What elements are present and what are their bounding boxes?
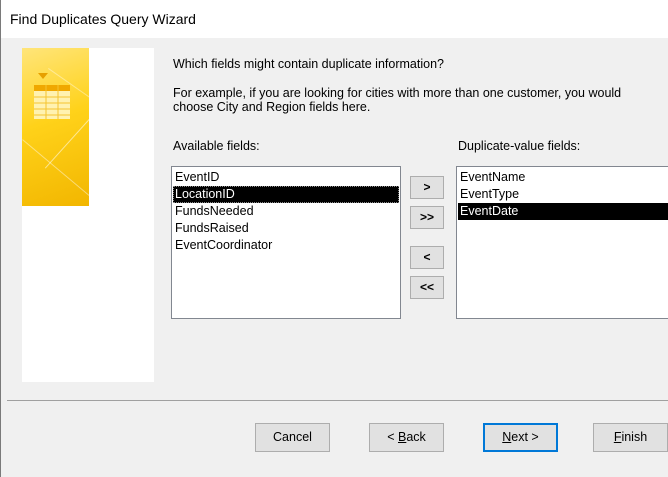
- back-label-rest: ack: [406, 430, 426, 444]
- wizard-example-text: For example, if you are looking for citi…: [173, 86, 621, 114]
- available-field-item[interactable]: LocationID: [173, 186, 399, 203]
- wizard-window: Find Duplicates Query Wizard Which field…: [0, 0, 668, 477]
- wizard-question: Which fields might contain duplicate inf…: [173, 57, 444, 71]
- next-label-rest: ext >: [511, 430, 539, 444]
- remove-all-fields-button[interactable]: <<: [410, 276, 444, 299]
- available-field-item[interactable]: EventID: [173, 169, 399, 186]
- duplicate-field-item[interactable]: EventName: [458, 169, 668, 186]
- back-button[interactable]: < Back: [369, 423, 444, 452]
- finish-button[interactable]: Finish: [593, 423, 668, 452]
- table-icon: [34, 73, 70, 119]
- add-all-fields-button[interactable]: >>: [410, 206, 444, 229]
- next-button[interactable]: Next >: [483, 423, 558, 452]
- example-line-1: For example, if you are looking for citi…: [173, 86, 622, 100]
- duplicate-fields-label: Duplicate-value fields:: [458, 139, 581, 153]
- duplicate-field-item[interactable]: EventType: [458, 186, 668, 203]
- wizard-illustration: [22, 48, 154, 382]
- duplicate-fields-list[interactable]: EventName EventType EventDate: [456, 166, 668, 319]
- available-fields-list[interactable]: EventID LocationID FundsNeeded FundsRais…: [171, 166, 401, 319]
- available-field-item[interactable]: EventCoordinator: [173, 237, 399, 254]
- available-field-item[interactable]: FundsNeeded: [173, 203, 399, 220]
- available-fields-label: Available fields:: [173, 139, 260, 153]
- duplicate-field-item[interactable]: EventDate: [458, 203, 668, 220]
- footer-divider: [7, 400, 668, 401]
- title-bar: Find Duplicates Query Wizard: [1, 0, 668, 38]
- cancel-button[interactable]: Cancel: [255, 423, 330, 452]
- example-line-2: choose City and Region fields here.: [173, 100, 371, 114]
- window-title: Find Duplicates Query Wizard: [10, 11, 196, 27]
- illustration-panel: [22, 48, 89, 206]
- remove-field-button[interactable]: <: [410, 246, 444, 269]
- back-prefix: <: [387, 430, 398, 444]
- next-access-key: N: [502, 430, 512, 444]
- available-field-item[interactable]: FundsRaised: [173, 220, 399, 237]
- add-field-button[interactable]: >: [410, 176, 444, 199]
- finish-label-rest: inish: [621, 430, 648, 444]
